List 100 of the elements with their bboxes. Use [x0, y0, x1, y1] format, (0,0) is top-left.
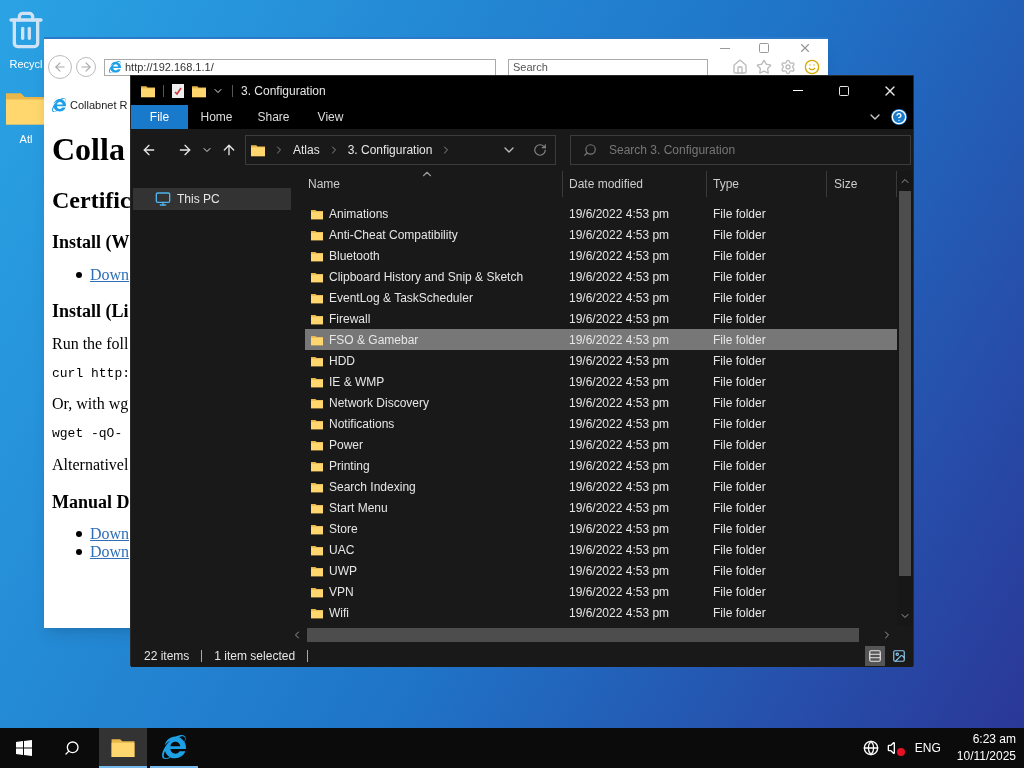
- date-modified: 19/6/2022 4:53 pm: [568, 457, 671, 475]
- star-icon[interactable]: [756, 59, 772, 75]
- file-row[interactable]: Search Indexing 19/6/2022 4:53 pm File folder: [305, 476, 897, 497]
- nav-item[interactable]: This PC: [133, 188, 291, 210]
- paragraph: Run the foll: [52, 334, 129, 354]
- minimize-icon[interactable]: [720, 47, 730, 49]
- file-row[interactable]: Animations 19/6/2022 4:53 pm File folder: [305, 203, 897, 224]
- file-explorer-taskbar-button[interactable]: [99, 728, 147, 768]
- ribbon-tab[interactable]: File: [131, 105, 188, 129]
- file-row[interactable]: VPN 19/6/2022 4:53 pm File folder: [305, 581, 897, 602]
- window-title: 3. Configuration: [241, 82, 326, 100]
- file-row[interactable]: HDD 19/6/2022 4:53 pm File folder: [305, 350, 897, 371]
- language-indicator[interactable]: ENG: [914, 739, 941, 757]
- forward-icon[interactable]: [177, 142, 193, 158]
- back-icon[interactable]: [141, 142, 157, 158]
- browser-logo-icon: [109, 61, 121, 73]
- address-bar[interactable]: Atlas 3. Configuration: [245, 135, 556, 165]
- file-type: File folder: [712, 268, 766, 286]
- file-name: Network Discovery: [329, 394, 430, 412]
- date-modified: 19/6/2022 4:53 pm: [568, 310, 671, 328]
- speaker-muted-icon[interactable]: [886, 740, 903, 756]
- file-name: FSO & Gamebar: [329, 331, 419, 349]
- clock[interactable]: 6:23 am 10/11/2025: [956, 731, 1016, 765]
- heading: Manual D: [52, 490, 130, 513]
- date-modified: 19/6/2022 4:53 pm: [568, 289, 671, 307]
- file-row[interactable]: Start Menu 19/6/2022 4:53 pm File folder: [305, 497, 897, 518]
- file-name: VPN: [329, 583, 354, 601]
- file-type: File folder: [712, 394, 766, 412]
- breadcrumb-item[interactable]: 3. Configuration: [347, 141, 433, 159]
- status-text: 22 items: [144, 647, 190, 665]
- details-view-button[interactable]: [865, 645, 885, 666]
- file-type: File folder: [712, 331, 766, 349]
- folder-icon: [192, 83, 206, 98]
- file-row[interactable]: Printing 19/6/2022 4:53 pm File folder: [305, 455, 897, 476]
- file-row[interactable]: Clipboard History and Snip & Sketch 19/6/2022 4:53 pm File folder: [305, 266, 897, 287]
- ribbon-tab[interactable]: Home: [188, 105, 245, 129]
- file-row[interactable]: Wifi 19/6/2022 4:53 pm File folder: [305, 602, 897, 623]
- date-modified: 19/6/2022 4:53 pm: [568, 541, 671, 559]
- ribbon-tab[interactable]: View: [302, 105, 359, 129]
- search-field[interactable]: Search 3. Configuration: [570, 135, 911, 165]
- date-modified: 19/6/2022 4:53 pm: [568, 478, 671, 496]
- file-name: IE & WMP: [329, 373, 385, 391]
- file-row[interactable]: Store 19/6/2022 4:53 pm File folder: [305, 518, 897, 539]
- file-row[interactable]: Bluetooth 19/6/2022 4:53 pm File folder: [305, 245, 897, 266]
- file-type: File folder: [712, 436, 766, 454]
- monitor-icon: [155, 191, 171, 207]
- date-modified: 19/6/2022 4:53 pm: [568, 415, 671, 433]
- date-modified: 19/6/2022 4:53 pm: [568, 436, 671, 454]
- column-header[interactable]: Name: [291, 171, 563, 197]
- column-header[interactable]: Date modified: [563, 171, 707, 197]
- heading: Install (W: [52, 231, 130, 254]
- network-icon[interactable]: [862, 740, 879, 756]
- date-modified: 19/6/2022 4:53 pm: [568, 352, 671, 370]
- file-row[interactable]: Power 19/6/2022 4:53 pm File folder: [305, 434, 897, 455]
- file-row[interactable]: UWP 19/6/2022 4:53 pm File folder: [305, 560, 897, 581]
- file-name: UWP: [329, 562, 357, 580]
- heading: Install (Li: [52, 299, 129, 322]
- ribbon-tab[interactable]: Share: [245, 105, 302, 129]
- address-text: http://192.168.1.1/: [125, 59, 214, 75]
- help-icon[interactable]: [891, 109, 907, 125]
- folder-icon: [251, 143, 265, 157]
- file-type: File folder: [712, 541, 766, 559]
- file-row[interactable]: Network Discovery 19/6/2022 4:53 pm File folder: [305, 392, 897, 413]
- file-row[interactable]: UAC 19/6/2022 4:53 pm File folder: [305, 539, 897, 560]
- search-icon: [583, 143, 597, 157]
- desktop-icon-label: Atl: [19, 131, 33, 147]
- file-type: File folder: [712, 499, 766, 517]
- file-name: EventLog & TaskScheduler: [329, 289, 473, 307]
- file-type: File folder: [712, 310, 766, 328]
- browser-logo-icon: [162, 735, 186, 759]
- file-row[interactable]: FSO & Gamebar 19/6/2022 4:53 pm File folder: [305, 329, 897, 350]
- file-type: File folder: [712, 226, 766, 244]
- download-link[interactable]: Down: [90, 265, 130, 284]
- file-type: File folder: [712, 520, 766, 538]
- browser-tab[interactable]: Collabnet R: [52, 96, 128, 113]
- file-row[interactable]: EventLog & TaskScheduler 19/6/2022 4:53 pm File folder: [305, 287, 897, 308]
- maximize-icon[interactable]: [758, 42, 770, 54]
- column-header[interactable]: Type: [707, 171, 827, 197]
- heading: Certific: [52, 186, 131, 215]
- download-link[interactable]: Down: [90, 525, 130, 543]
- paragraph: Alternativel: [52, 454, 129, 475]
- file-row[interactable]: Firewall 19/6/2022 4:53 pm File folder: [305, 308, 897, 329]
- date-modified: 19/6/2022 4:53 pm: [568, 583, 671, 601]
- date-modified: 19/6/2022 4:53 pm: [568, 247, 671, 265]
- scrollbar-thumb[interactable]: [307, 628, 859, 642]
- close-icon[interactable]: [798, 41, 812, 55]
- folder-icon: [111, 737, 135, 757]
- file-row[interactable]: Anti-Cheat Compatibility 19/6/2022 4:53 pm File folder: [305, 224, 897, 245]
- file-row[interactable]: Notifications 19/6/2022 4:53 pm File folder: [305, 413, 897, 434]
- file-name: UAC: [329, 541, 355, 559]
- file-name: Start Menu: [329, 499, 388, 517]
- properties-icon[interactable]: [172, 83, 184, 98]
- up-icon[interactable]: [221, 142, 237, 158]
- breadcrumb-item[interactable]: Atlas: [293, 141, 320, 159]
- file-name: Anti-Cheat Compatibility: [329, 226, 458, 244]
- scrollbar-thumb[interactable]: [899, 191, 911, 576]
- download-link[interactable]: Down: [90, 543, 130, 561]
- file-row[interactable]: IE & WMP 19/6/2022 4:53 pm File folder: [305, 371, 897, 392]
- file-name: Printing: [329, 457, 370, 475]
- refresh-icon[interactable]: [533, 143, 547, 157]
